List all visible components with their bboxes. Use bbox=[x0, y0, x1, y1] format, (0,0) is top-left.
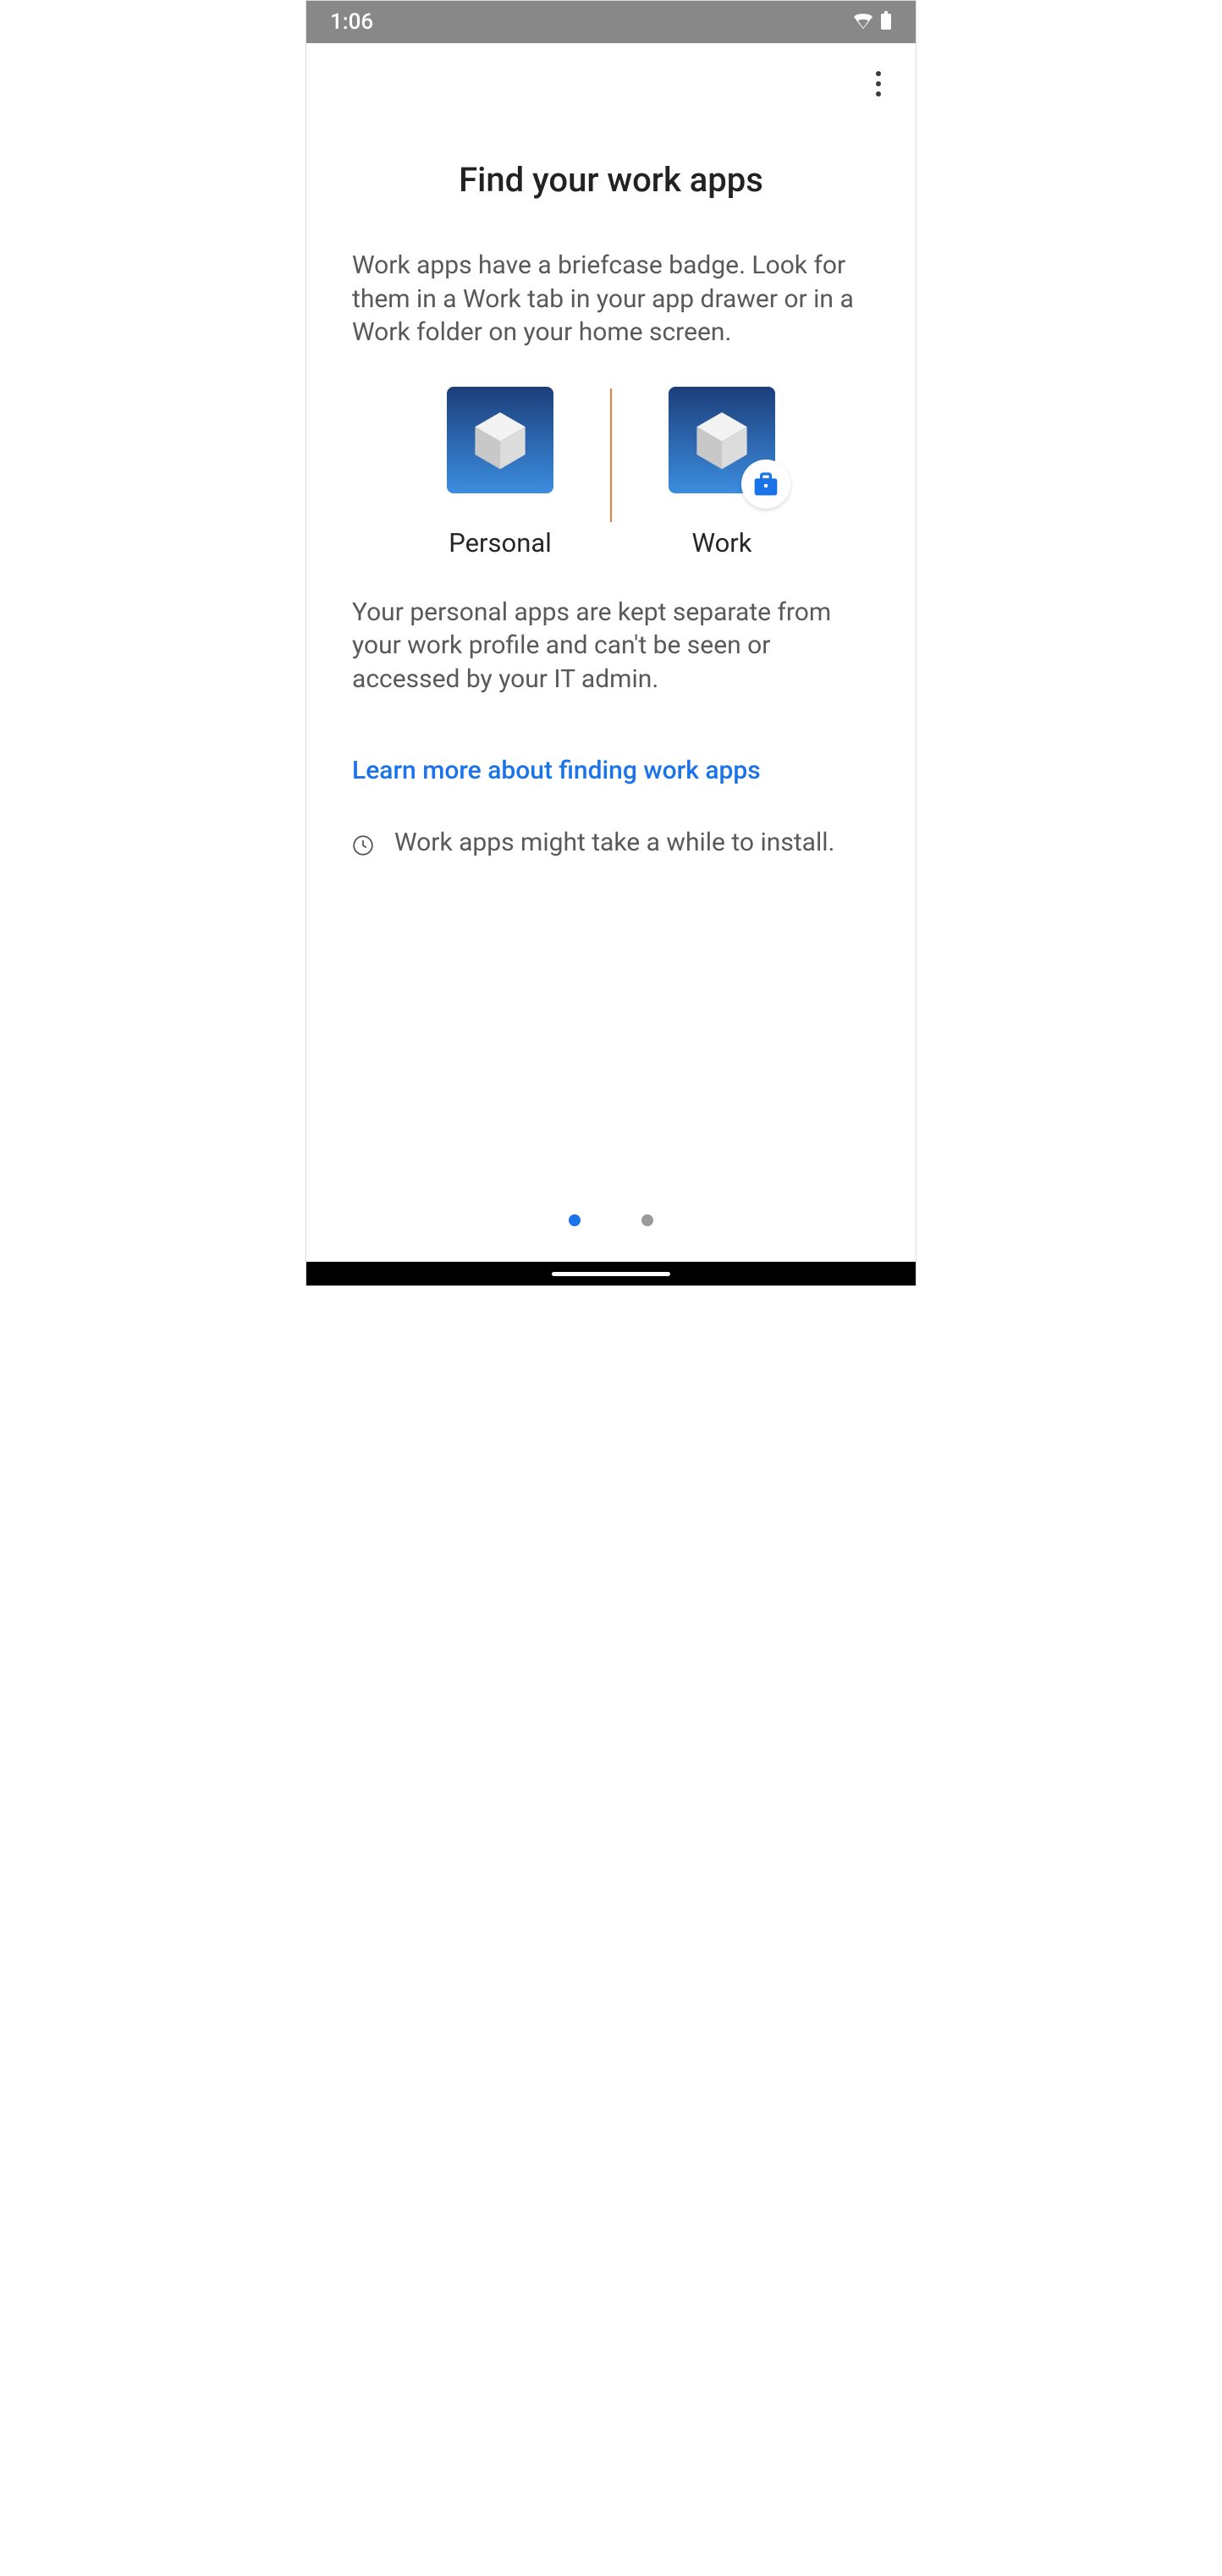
app-comparison: Personal bbox=[352, 387, 870, 559]
learn-more-link[interactable]: Learn more about finding work apps bbox=[352, 756, 761, 785]
status-bar: 1:06 bbox=[306, 1, 916, 43]
wifi-icon bbox=[853, 12, 873, 32]
cube-icon bbox=[689, 407, 755, 473]
status-time: 1:06 bbox=[330, 9, 373, 35]
personal-app-icon bbox=[447, 387, 553, 493]
work-label: Work bbox=[692, 527, 752, 559]
more-vert-icon bbox=[876, 71, 881, 96]
install-note-text: Work apps might take a while to install. bbox=[394, 826, 834, 860]
battery-icon bbox=[880, 11, 892, 33]
intro-paragraph: Work apps have a briefcase badge. Look f… bbox=[352, 249, 870, 350]
nav-handle[interactable] bbox=[552, 1272, 670, 1276]
nav-bar bbox=[306, 1262, 916, 1285]
top-bar bbox=[308, 43, 914, 101]
separation-paragraph: Your personal apps are kept separate fro… bbox=[352, 596, 870, 696]
work-column: Work bbox=[612, 387, 832, 559]
personal-column: Personal bbox=[390, 387, 610, 559]
content: Find your work apps Work apps have a bri… bbox=[306, 43, 916, 1262]
page-indicator bbox=[306, 1214, 916, 1226]
install-note: Work apps might take a while to install. bbox=[352, 826, 870, 860]
personal-label: Personal bbox=[449, 527, 552, 559]
page-dot-1[interactable] bbox=[569, 1214, 581, 1226]
more-button[interactable] bbox=[861, 67, 895, 101]
page-dot-2[interactable] bbox=[641, 1214, 653, 1226]
status-icons bbox=[853, 11, 892, 33]
page-title: Find your work apps bbox=[352, 160, 870, 200]
cube-icon bbox=[467, 407, 533, 473]
work-badge bbox=[741, 460, 790, 509]
clock-icon bbox=[352, 834, 374, 860]
main: Find your work apps Work apps have a bri… bbox=[308, 101, 914, 860]
briefcase-icon bbox=[752, 471, 779, 497]
work-app-icon bbox=[669, 387, 775, 493]
